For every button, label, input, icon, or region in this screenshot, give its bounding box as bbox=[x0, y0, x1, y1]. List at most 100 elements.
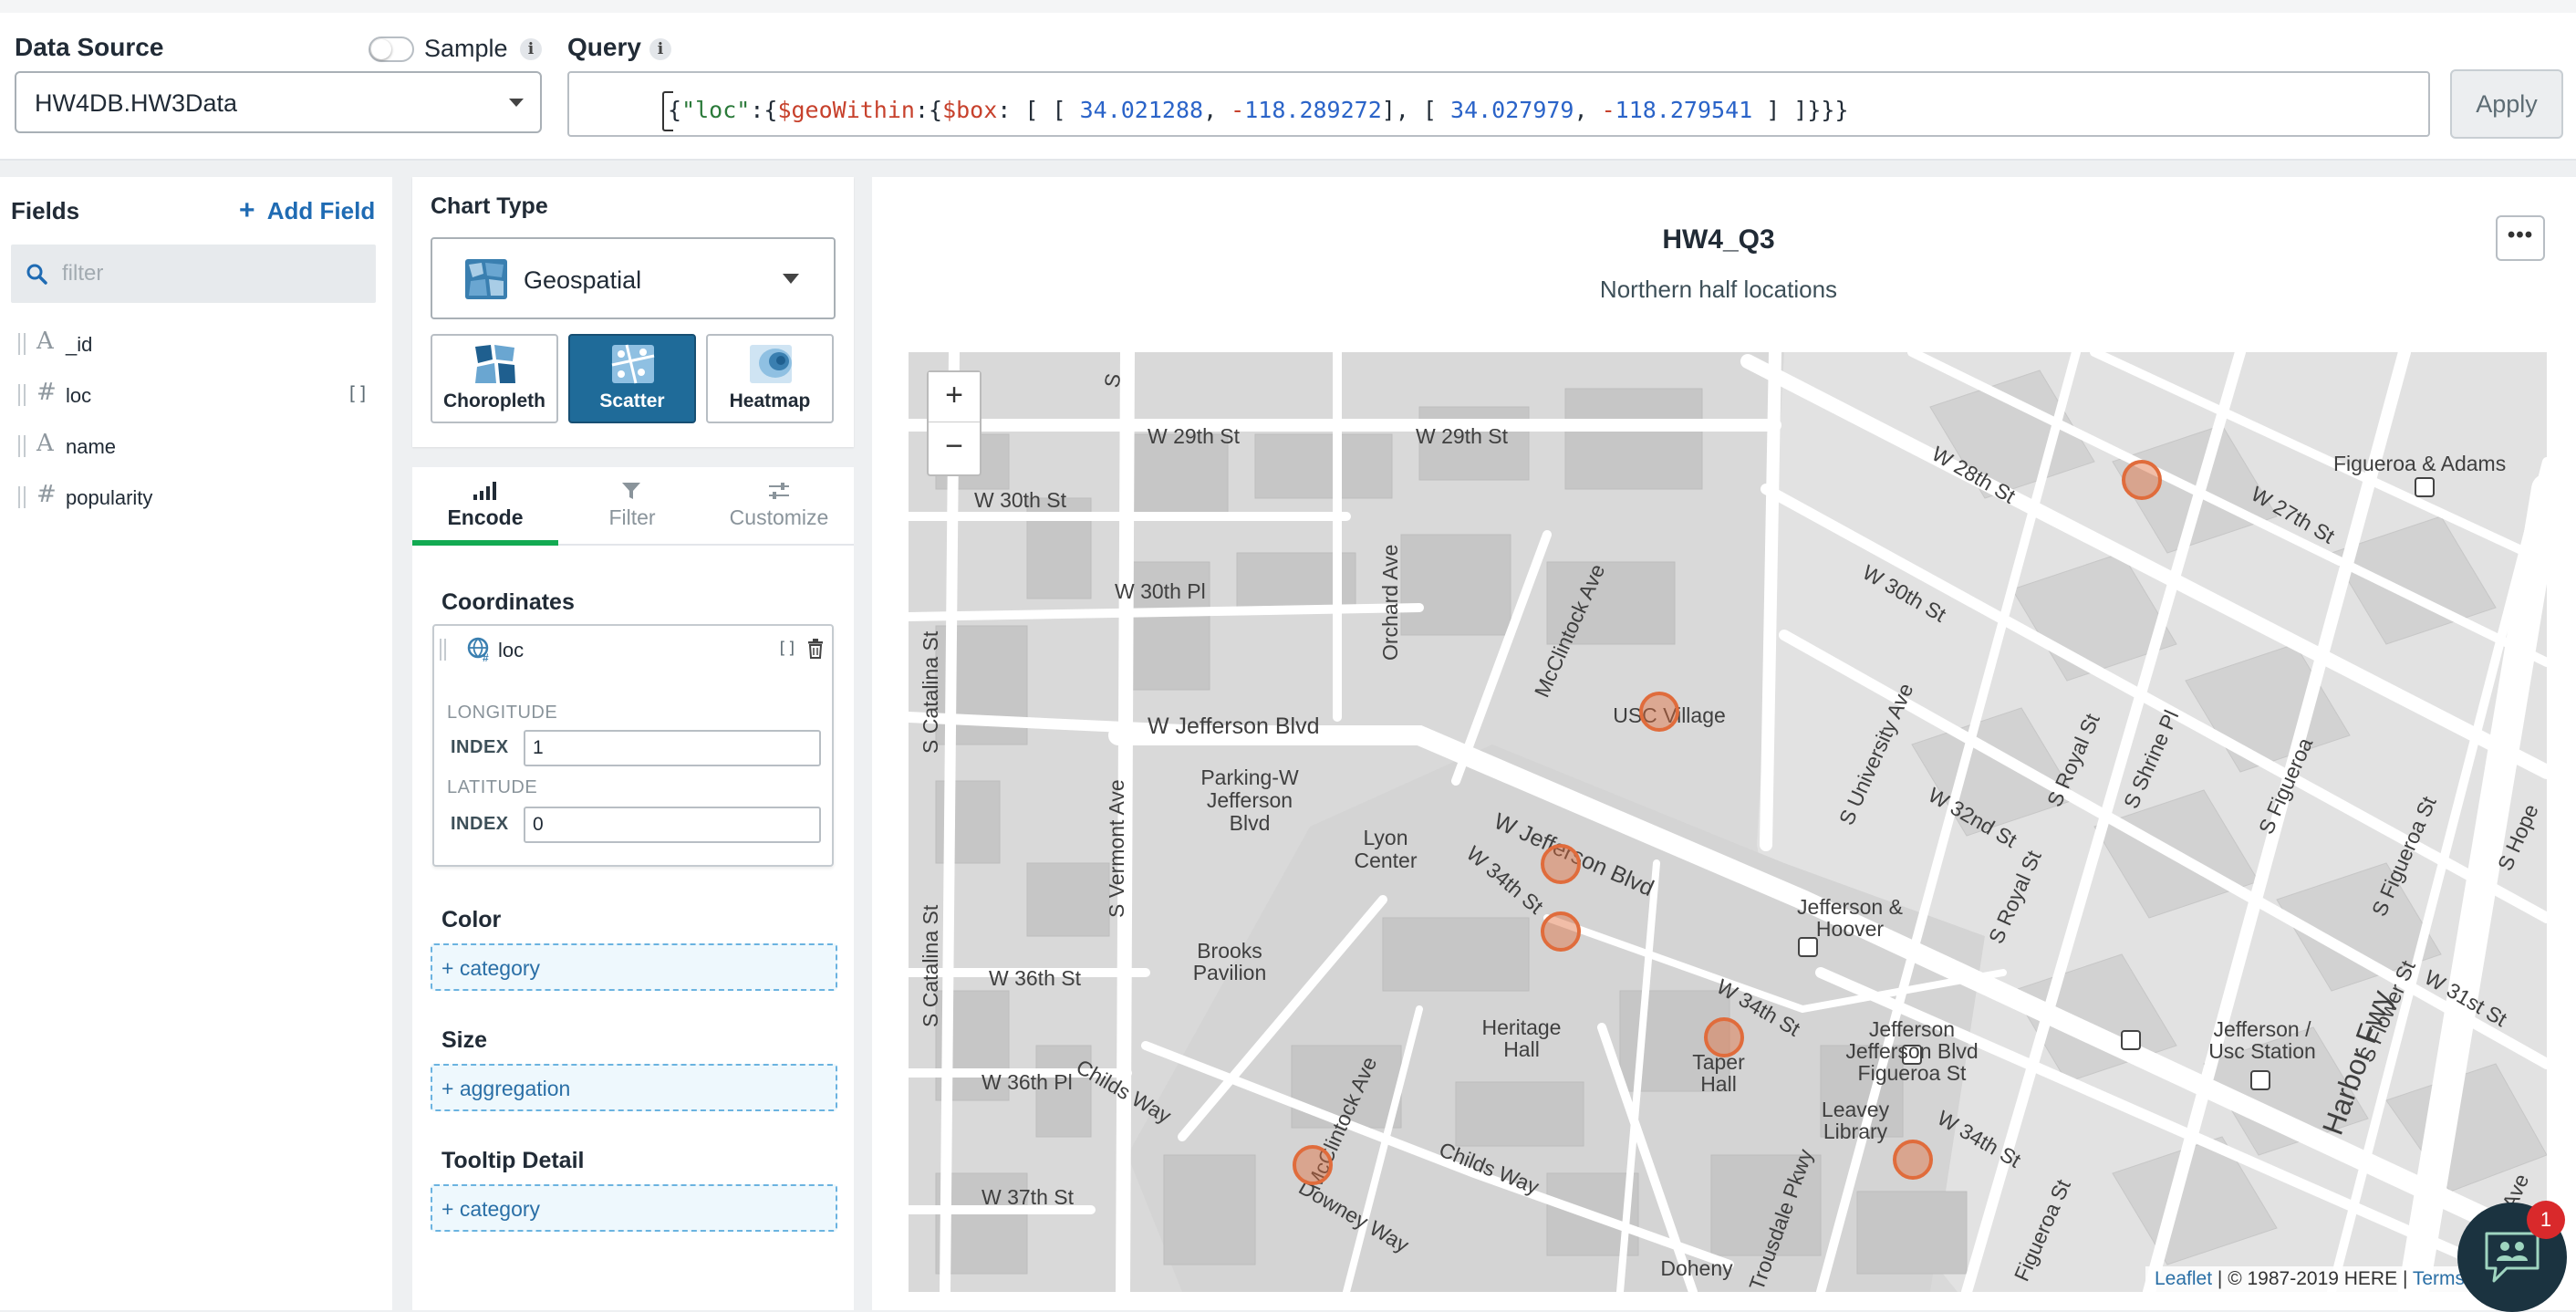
drag-handle-icon[interactable] bbox=[18, 435, 26, 457]
place-label: Jefferson & bbox=[1797, 895, 1903, 919]
place-label: Heritage bbox=[1482, 1015, 1562, 1039]
sample-info-icon[interactable]: i bbox=[520, 38, 542, 60]
street-label: W 29th St bbox=[1148, 424, 1241, 448]
zoom-out-button[interactable]: − bbox=[929, 423, 980, 473]
toggle-knob bbox=[371, 39, 391, 59]
query-number: 118.279541 bbox=[1615, 97, 1753, 123]
color-drop-zone[interactable]: + category bbox=[431, 943, 837, 991]
query-punct: :{ bbox=[750, 97, 778, 123]
sliders-icon bbox=[769, 483, 789, 499]
encode-icon bbox=[473, 482, 496, 500]
field-name: loc bbox=[66, 384, 92, 407]
subtype-heatmap[interactable]: Heatmap bbox=[706, 334, 834, 423]
query-number: 34.021288 bbox=[1079, 97, 1204, 123]
tooltip-drop-zone[interactable]: + category bbox=[431, 1184, 837, 1232]
size-drop-zone[interactable]: + aggregation bbox=[431, 1064, 837, 1111]
street-label: W 36th Pl bbox=[982, 1070, 1073, 1094]
active-tab-indicator bbox=[412, 540, 558, 546]
subtype-choropleth[interactable]: Choropleth bbox=[431, 334, 558, 423]
drag-handle-icon[interactable] bbox=[18, 384, 26, 406]
scatter-marker[interactable] bbox=[1893, 1140, 1933, 1180]
drag-handle-icon[interactable] bbox=[440, 639, 446, 661]
place-label: Hall bbox=[1503, 1037, 1540, 1061]
notification-badge: 1 bbox=[2527, 1201, 2565, 1239]
place-label: Jefferson / bbox=[2214, 1017, 2312, 1041]
sample-toggle[interactable] bbox=[369, 36, 414, 62]
data-source-select[interactable]: HW4DB.HW3Data bbox=[15, 71, 542, 133]
chat-people-icon bbox=[2485, 1232, 2540, 1283]
query-input[interactable]: {"loc":{$geoWithin:{$box: [ [ 34.021288,… bbox=[567, 71, 2430, 137]
filter-placeholder: filter bbox=[62, 261, 104, 286]
data-source-label: Data Source bbox=[15, 33, 164, 61]
scatter-map-icon bbox=[611, 344, 655, 384]
field-item-loc[interactable]: # loc [] bbox=[18, 377, 383, 413]
top-strip bbox=[0, 0, 2576, 13]
scatter-marker[interactable] bbox=[1639, 692, 1679, 732]
leaflet-link[interactable]: Leaflet bbox=[2155, 1268, 2212, 1289]
coordinate-field-name: loc bbox=[498, 639, 525, 661]
map-view[interactable]: W 29th St W 29th St W 30th St W 30th Pl … bbox=[909, 352, 2547, 1292]
query-number: 118.289272 bbox=[1244, 97, 1382, 123]
svg-text:#: # bbox=[483, 651, 489, 662]
more-options-button[interactable]: ••• bbox=[2496, 215, 2545, 261]
street-label: W Jefferson Blvd bbox=[1148, 713, 1320, 739]
tab-customize[interactable]: Customize bbox=[706, 467, 852, 544]
heatmap-icon bbox=[750, 345, 792, 383]
add-field-button[interactable]: + Add Field bbox=[239, 195, 375, 226]
field-filter-input[interactable]: filter bbox=[11, 245, 376, 303]
coordinates-card: # loc [] LONGITUDE INDEX 1 LATITUDE INDE… bbox=[432, 624, 834, 867]
size-title: Size bbox=[441, 1027, 488, 1053]
query-punct: ] ]}}} bbox=[1752, 97, 1849, 123]
latitude-index-input[interactable]: 0 bbox=[524, 807, 821, 843]
number-type-icon: # bbox=[36, 481, 57, 508]
scatter-marker[interactable] bbox=[1293, 1145, 1333, 1185]
map-attribution: Leaflet | © 1987-2019 HERE | Terms bbox=[2145, 1266, 2475, 1296]
street-label: W 37th St bbox=[982, 1185, 1075, 1209]
place-label: Leavey bbox=[1822, 1098, 1890, 1121]
tab-filter[interactable]: Filter bbox=[559, 467, 705, 544]
chart-type-select[interactable]: Geospatial bbox=[431, 237, 836, 319]
tab-encode[interactable]: Encode bbox=[412, 467, 558, 544]
chart-subtitle: Northern half locations bbox=[1599, 276, 1838, 303]
scatter-marker[interactable] bbox=[1541, 844, 1581, 884]
longitude-label: LONGITUDE bbox=[447, 703, 558, 723]
index-label: INDEX bbox=[451, 814, 509, 834]
place-label: Blvd bbox=[1230, 811, 1271, 835]
geospatial-icon bbox=[465, 259, 507, 299]
field-item-popularity[interactable]: # popularity bbox=[18, 479, 383, 515]
longitude-index-input[interactable]: 1 bbox=[524, 730, 821, 766]
place-label: Figueroa St bbox=[1858, 1061, 1968, 1085]
scatter-marker[interactable] bbox=[1541, 911, 1581, 952]
terms-link[interactable]: Terms bbox=[2413, 1268, 2465, 1289]
field-item-name[interactable]: A name bbox=[18, 428, 383, 464]
field-name: _id bbox=[66, 333, 93, 356]
array-icon[interactable]: [] bbox=[777, 639, 797, 658]
drag-handle-icon[interactable] bbox=[18, 486, 26, 508]
scatter-marker[interactable] bbox=[2122, 460, 2162, 500]
query-text: {"loc":{$geoWithin:{$box: [ [ 34.021288,… bbox=[662, 91, 1849, 131]
field-item-id[interactable]: A _id bbox=[18, 326, 383, 362]
tab-label: Customize bbox=[729, 505, 829, 529]
drag-handle-icon[interactable] bbox=[18, 333, 26, 355]
subtype-scatter[interactable]: Scatter bbox=[568, 334, 696, 423]
place-label: Doheny bbox=[1660, 1256, 1733, 1280]
query-info-icon[interactable]: i bbox=[649, 38, 671, 60]
zoom-control: + − bbox=[927, 370, 982, 476]
query-minus: - bbox=[1601, 97, 1615, 123]
place-label: Hoover bbox=[1816, 917, 1884, 941]
string-type-icon: A bbox=[36, 328, 54, 355]
tooltip-title: Tooltip Detail bbox=[441, 1148, 585, 1173]
chevron-down-icon bbox=[783, 274, 799, 284]
zoom-in-button[interactable]: + bbox=[929, 372, 980, 422]
apply-button[interactable]: Apply bbox=[2450, 69, 2563, 139]
subtype-label: Heatmap bbox=[729, 390, 811, 411]
street-label: S Catalina St bbox=[919, 630, 942, 754]
chart-type-title: Chart Type bbox=[431, 193, 548, 219]
street-label: W 29th St bbox=[1416, 424, 1509, 448]
array-icon[interactable]: [] bbox=[347, 382, 369, 404]
trash-icon[interactable] bbox=[806, 639, 825, 659]
tab-label: Encode bbox=[447, 505, 524, 529]
scatter-marker[interactable] bbox=[1704, 1017, 1744, 1057]
query-punct: ], [ bbox=[1381, 97, 1451, 123]
query-key-loc: "loc" bbox=[681, 97, 751, 123]
